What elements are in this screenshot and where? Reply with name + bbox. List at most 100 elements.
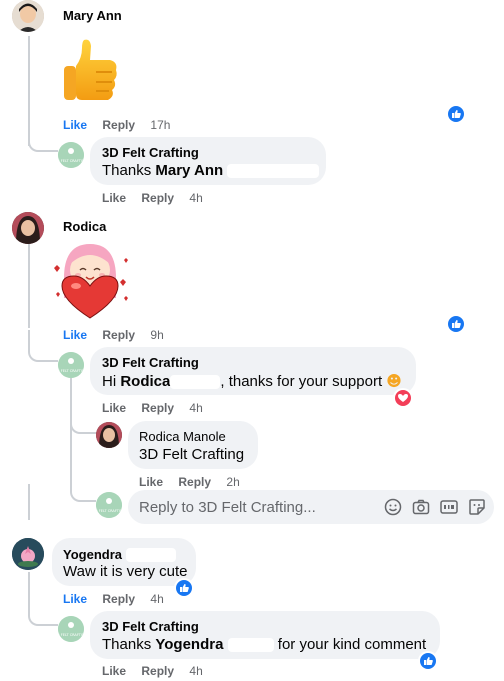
reply-link[interactable]: Reply: [102, 118, 135, 132]
like-link[interactable]: Like: [139, 475, 163, 489]
thread-line: [28, 244, 30, 328]
reply-bubble: 3D Felt Crafting Thanks Yogendra for you…: [90, 611, 440, 659]
page-logo-text: 3D FELT CRAFTING: [96, 509, 122, 513]
reply-link[interactable]: Reply: [141, 664, 174, 678]
mention-link[interactable]: Mary Ann: [155, 162, 223, 179]
comment-author-wrap: Yogendra: [63, 546, 177, 564]
reply-bubble: 3D Felt Crafting Thanks Mary Ann: [90, 137, 326, 185]
thumbs-up-icon: [180, 584, 189, 592]
sticker-button[interactable]: [468, 498, 486, 521]
thumbs-up-icon: [452, 110, 461, 118]
reply-author[interactable]: 3D Felt Crafting: [102, 619, 199, 634]
thread-line: [28, 484, 30, 520]
like-link[interactable]: Like: [102, 664, 126, 678]
timestamp[interactable]: 4h: [150, 592, 163, 606]
like-reaction-badge[interactable]: [418, 651, 438, 671]
reply-author[interactable]: Rodica Manole: [139, 429, 226, 444]
comment-actions: Like Reply 9h: [63, 328, 176, 342]
name-redaction: [126, 6, 210, 20]
timestamp[interactable]: 2h: [226, 475, 239, 489]
comment-actions: Like Reply 17h: [63, 118, 182, 132]
comment-text: Waw it is very cute: [63, 563, 188, 580]
timestamp[interactable]: 4h: [189, 664, 202, 678]
thread-elbow: [28, 596, 58, 626]
avatar[interactable]: [96, 422, 122, 448]
avatar[interactable]: [12, 538, 44, 570]
page-avatar[interactable]: 3D FELT CRAFTING: [96, 492, 122, 518]
thread-elbow: [70, 446, 96, 502]
like-link[interactable]: Like: [63, 328, 87, 342]
name-redaction: [126, 547, 177, 562]
like-reaction-badge[interactable]: [446, 314, 466, 334]
timestamp[interactable]: 9h: [150, 328, 163, 342]
reply-text: Thanks Yogendra for your kind comment: [102, 636, 426, 653]
reply-link[interactable]: Reply: [102, 328, 135, 342]
heart-icon: [398, 394, 408, 402]
timestamp[interactable]: 4h: [189, 401, 202, 415]
reply-text-suffix: for your kind comment: [277, 636, 427, 653]
smiley-icon: [384, 498, 402, 516]
thumbs-up-icon: [452, 320, 461, 328]
reply-text: Thanks Mary Ann: [102, 162, 320, 179]
reply-author[interactable]: 3D Felt Crafting: [102, 355, 199, 370]
avatar[interactable]: [12, 0, 44, 32]
heart-eyes-emoji: ☻: [386, 372, 402, 390]
reply-link[interactable]: Reply: [178, 475, 211, 489]
reply-link[interactable]: Reply: [141, 401, 174, 415]
comment-actions: Like Reply 4h: [63, 592, 176, 606]
reply-input-placeholder[interactable]: Reply to 3D Felt Crafting...: [139, 499, 316, 516]
like-reaction-badge[interactable]: [174, 578, 194, 598]
reply-bubble: 3D Felt Crafting Hi Rodica , thanks for y…: [90, 347, 416, 395]
emoji-button[interactable]: [384, 498, 402, 521]
thread-elbow: [28, 330, 58, 362]
page-logo-text: 3D FELT CRAFTING: [58, 159, 84, 163]
reply-actions: Like Reply 4h: [102, 401, 215, 415]
name-redaction: [170, 375, 221, 390]
reply-author[interactable]: 3D Felt Crafting: [102, 145, 199, 160]
like-reaction-badge[interactable]: [446, 104, 466, 124]
mention-link[interactable]: Yogendra: [155, 636, 223, 653]
page-logo-text: 3D FELT CRAFTING: [58, 369, 84, 373]
thumbs-up-icon: [424, 657, 433, 665]
love-reaction-badge[interactable]: [393, 388, 413, 408]
thumbs-up-sticker: [60, 36, 120, 104]
comment-bubble: Yogendra Waw it is very cute: [52, 538, 196, 586]
reply-actions: Like Reply 2h: [139, 475, 252, 489]
like-link[interactable]: Like: [102, 401, 126, 415]
gif-icon: [440, 500, 458, 514]
timestamp[interactable]: 4h: [189, 191, 202, 205]
reply-actions: Like Reply 4h: [102, 664, 215, 678]
sticker-icon: [469, 499, 485, 515]
comment-author[interactable]: Rodica: [63, 219, 106, 234]
page-avatar[interactable]: 3D FELT CRAFTING: [58, 142, 84, 168]
mention-link[interactable]: 3D Felt Crafting: [139, 446, 244, 463]
reply-link[interactable]: Reply: [102, 592, 135, 606]
mention-link[interactable]: Rodica: [120, 373, 170, 390]
reply-text: Hi Rodica , thanks for your support ☻: [102, 372, 402, 390]
reply-text-prefix: Hi: [102, 373, 117, 390]
like-link[interactable]: Like: [63, 592, 87, 606]
name-redaction: [227, 164, 320, 179]
page-logo-text: 3D FELT CRAFTING: [58, 633, 84, 637]
reply-input-box[interactable]: Reply to 3D Felt Crafting...: [128, 490, 494, 524]
camera-icon: [412, 499, 430, 515]
comment-author[interactable]: Yogendra: [63, 547, 122, 562]
girl-heart-sticker: [50, 238, 130, 320]
page-avatar[interactable]: 3D FELT CRAFTING: [58, 352, 84, 378]
timestamp[interactable]: 17h: [150, 118, 170, 132]
thread-elbow: [70, 412, 96, 434]
like-link[interactable]: Like: [63, 118, 87, 132]
reply-bubble: Rodica Manole 3D Felt Crafting: [128, 421, 258, 469]
reply-link[interactable]: Reply: [141, 191, 174, 205]
reply-text-prefix: Thanks: [102, 162, 152, 179]
reply-text-prefix: Thanks: [102, 636, 152, 653]
reply-text-suffix: , thanks for your support: [220, 373, 383, 390]
photo-button[interactable]: [412, 498, 430, 521]
reply-actions: Like Reply 4h: [102, 191, 215, 205]
like-link[interactable]: Like: [102, 191, 126, 205]
page-avatar[interactable]: 3D FELT CRAFTING: [58, 616, 84, 642]
gif-button[interactable]: [440, 498, 458, 521]
comment-author[interactable]: Mary Ann: [63, 8, 122, 23]
name-redaction: [227, 638, 274, 653]
avatar[interactable]: [12, 212, 44, 244]
